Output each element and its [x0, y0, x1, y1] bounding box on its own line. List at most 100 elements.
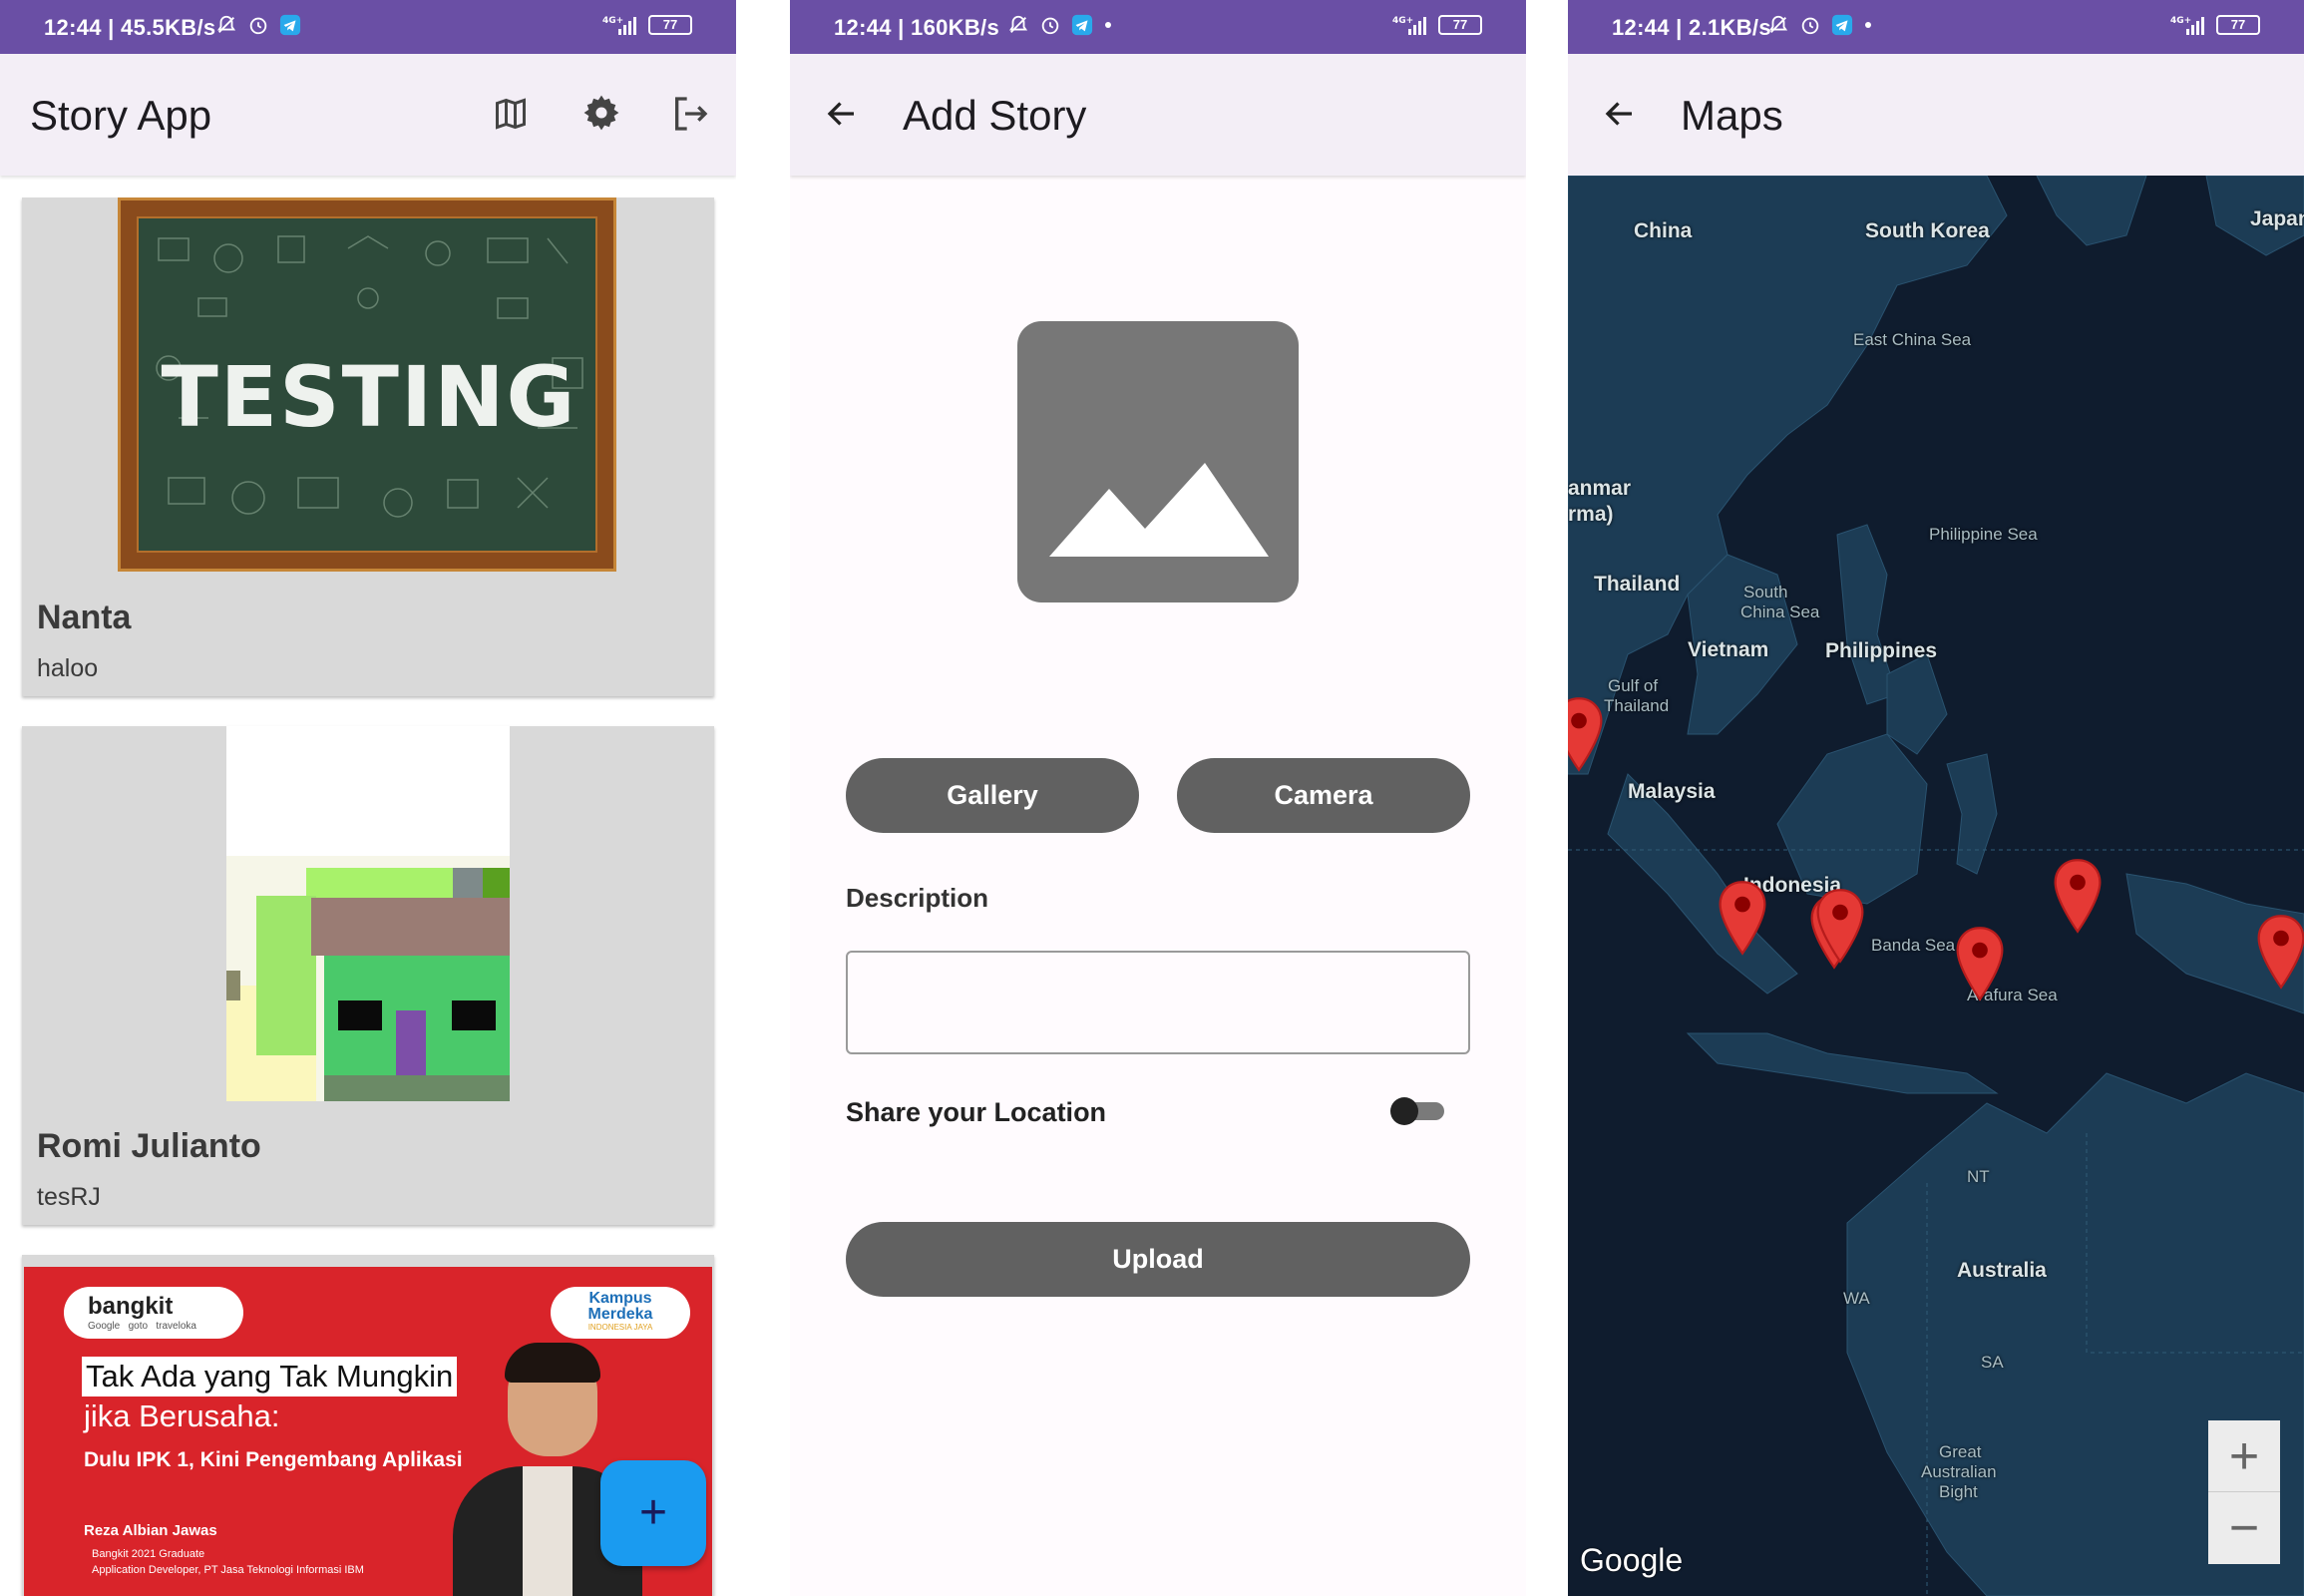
image-placeholder: [1017, 321, 1299, 602]
map-pin-icon[interactable]: [2051, 858, 2105, 934]
banner-role2: Application Developer, PT Jasa Teknologi…: [92, 1564, 364, 1576]
mute-icon: [216, 15, 236, 33]
status-bar: 12:44 | 45.5KB/s 4G+ 77: [0, 0, 736, 54]
battery-icon: 77: [648, 15, 692, 35]
signal-icon: 4G+: [602, 16, 636, 35]
bangkit-logo: bangkit Google goto traveloka: [64, 1287, 243, 1339]
status-bar: 12:44 | 2.1KB/s 4G+ 77: [1568, 0, 2304, 54]
status-right: 4G+ 77: [602, 14, 692, 36]
map-pin-icon[interactable]: [1716, 880, 1769, 956]
gear-icon[interactable]: [582, 94, 620, 132]
add-story-fab[interactable]: +: [600, 1460, 706, 1566]
story-image: TESTING: [118, 198, 616, 572]
description-input[interactable]: [846, 951, 1470, 1054]
status-right: 4G+ 77: [2170, 14, 2260, 36]
map-label-bight3: Bight: [1939, 1482, 1978, 1501]
google-logo: Google: [1580, 1542, 1684, 1578]
upload-button[interactable]: Upload: [846, 1222, 1470, 1297]
map-label-south-korea: South Korea: [1865, 219, 1990, 242]
share-location-label: Share your Location: [846, 1097, 1107, 1127]
app-bar: Story App: [0, 54, 736, 176]
story-name: Nanta: [37, 598, 132, 636]
status-time-speed: 12:44 | 45.5KB/s: [44, 15, 216, 40]
map-label-philippines: Philippines: [1825, 639, 1938, 662]
kampus-merdeka-logo: Kampus Merdeka INDONESIA JAYA: [551, 1287, 690, 1339]
app-bar: Maps: [1568, 54, 2304, 176]
signal-icon: 4G+: [1392, 16, 1426, 35]
camera-button[interactable]: Camera: [1177, 758, 1470, 833]
telegram-icon: [279, 14, 301, 36]
map-label-myanmar1: anmar: [1568, 477, 1632, 500]
status-right: 4G+ 77: [1392, 14, 1482, 36]
map-label-vietnam: Vietnam: [1688, 638, 1769, 661]
alarm-icon: [1801, 17, 1819, 35]
status-time-speed: 12:44 | 160KB/s: [834, 15, 999, 40]
status-icons: [1767, 14, 1873, 36]
map-label-sa: SA: [1981, 1353, 2004, 1372]
share-location-toggle[interactable]: [1390, 1097, 1446, 1125]
page-title: Story App: [30, 92, 212, 139]
map-pin-icon[interactable]: [1813, 888, 1867, 964]
gallery-button[interactable]: Gallery: [846, 758, 1139, 833]
status-icons: [1007, 14, 1113, 36]
telegram-icon: [1831, 14, 1853, 36]
map-label-south-china-sea2: China Sea: [1740, 602, 1820, 621]
map-label-australia: Australia: [1957, 1259, 2047, 1282]
map-label-nt: NT: [1967, 1167, 1990, 1186]
map-label-east-china-sea: East China Sea: [1853, 330, 1972, 349]
banner-role1: Bangkit 2021 Graduate: [92, 1548, 205, 1560]
status-bar: 12:44 | 160KB/s 4G+ 77: [790, 0, 1526, 54]
story-name: Romi Julianto: [37, 1127, 261, 1165]
banner-subheadline: Dulu IPK 1, Kini Pengembang Aplikasi: [84, 1448, 463, 1471]
dot-icon: [1105, 22, 1111, 28]
mute-icon: [1008, 15, 1028, 33]
map-label-china: China: [1634, 219, 1693, 242]
svg-text:4G+: 4G+: [1392, 16, 1413, 26]
svg-text:4G+: 4G+: [602, 16, 623, 26]
partner-line3: INDONESIA JAYA: [587, 1323, 653, 1332]
battery-icon: 77: [1438, 15, 1482, 35]
battery-icon: 77: [2216, 15, 2260, 35]
status-time-speed: 12:44 | 2.1KB/s: [1612, 15, 1771, 40]
map-label-gulf1: Gulf of: [1608, 676, 1659, 695]
add-story-screen: 12:44 | 160KB/s 4G+ 77 Add Story Gallery…: [790, 0, 1526, 1596]
map-landmass: [1568, 176, 2304, 1596]
map-label-myanmar2: rma): [1568, 503, 1614, 526]
alarm-icon: [249, 17, 267, 35]
map-view[interactable]: China South Korea Japan East China Sea a…: [1568, 176, 2304, 1596]
alarm-icon: [1041, 17, 1059, 35]
map-icon[interactable]: [493, 94, 529, 134]
page-title: Add Story: [903, 92, 1087, 139]
story-card[interactable]: TESTING Nanta haloo: [22, 198, 714, 696]
banner-person: Reza Albian Jawas: [84, 1522, 217, 1539]
story-card[interactable]: Romi Julianto tesRJ: [22, 726, 714, 1225]
map-pin-icon[interactable]: [1953, 926, 2007, 1001]
map-label-bight2: Australian: [1921, 1462, 1997, 1481]
map-pin-icon[interactable]: [1568, 696, 1606, 772]
map-label-wa: WA: [1843, 1289, 1870, 1308]
map-label-thailand: Thailand: [1594, 573, 1681, 596]
mute-icon: [1768, 15, 1788, 33]
partner-line2: Merdeka: [587, 1306, 653, 1323]
story-list-screen: 12:44 | 45.5KB/s 4G+ 77 Story App TESTIN…: [0, 0, 736, 1596]
map-label-japan: Japan: [2250, 207, 2304, 230]
map-label-philippine-sea: Philippine Sea: [1929, 525, 2038, 544]
description-label: Description: [846, 883, 989, 913]
dot-icon: [1865, 22, 1871, 28]
zoom-in-button[interactable]: +: [2208, 1420, 2280, 1492]
maps-screen: 12:44 | 2.1KB/s 4G+ 77 Maps China South …: [1568, 0, 2304, 1596]
sponsor-logos: Google goto traveloka: [88, 1321, 196, 1332]
map-pin-icon[interactable]: [2254, 914, 2304, 990]
back-arrow-icon[interactable]: [824, 96, 860, 132]
zoom-out-button[interactable]: −: [2208, 1492, 2280, 1564]
svg-text:4G+: 4G+: [2170, 16, 2191, 26]
back-arrow-icon[interactable]: [1602, 96, 1638, 132]
map-label-bight1: Great: [1939, 1442, 1982, 1461]
bangkit-brand: bangkit: [88, 1293, 174, 1320]
story-image: [226, 726, 510, 1101]
chalkboard-text: TESTING: [161, 348, 577, 446]
banner-headline1: Tak Ada yang Tak Mungkin: [82, 1357, 458, 1396]
plus-icon: +: [638, 1486, 668, 1539]
logout-icon[interactable]: [670, 94, 710, 134]
map-label-malaysia: Malaysia: [1628, 780, 1716, 803]
